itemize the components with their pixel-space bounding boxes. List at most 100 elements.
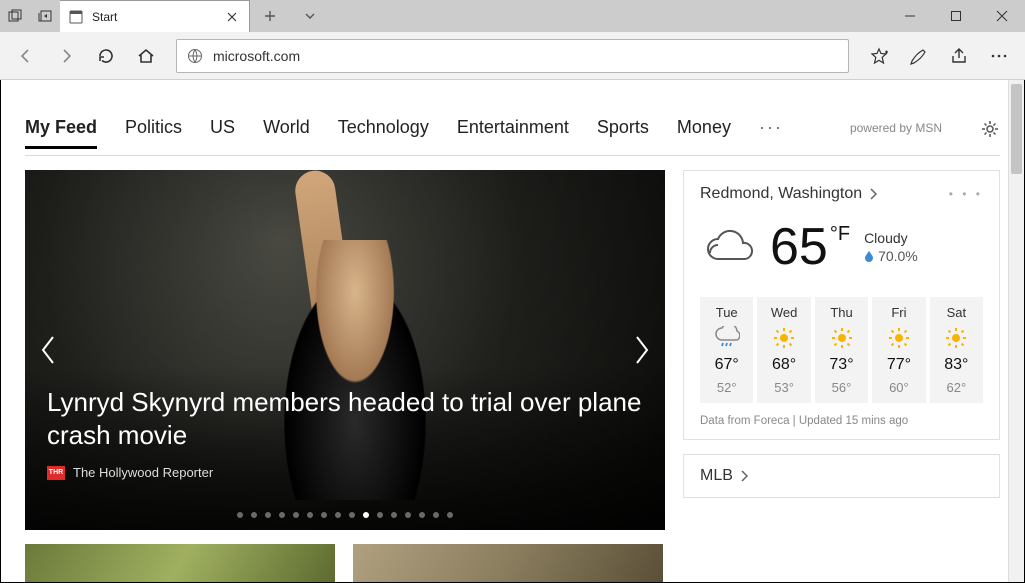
notes-button[interactable] (901, 38, 937, 74)
sun-icon (887, 326, 911, 350)
forecast-day[interactable]: Sat83°62° (930, 297, 983, 403)
share-button[interactable] (941, 38, 977, 74)
pager-dot[interactable] (447, 512, 453, 518)
forecast-day-label: Tue (716, 305, 738, 320)
nav-item-us[interactable]: US (210, 117, 235, 148)
forecast-day-label: Fri (891, 305, 906, 320)
page-viewport: My Feed Politics US World Technology Entertai… (0, 80, 1025, 583)
weather-humidity: 70.0% (878, 248, 918, 264)
close-window-button[interactable] (979, 0, 1025, 32)
address-bar[interactable]: microsoft.com (176, 39, 849, 73)
chevron-right-icon (868, 188, 878, 200)
side-column: Redmond, Washington • • • 65°F Cloudy 70… (683, 170, 1000, 530)
forecast-high: 77° (887, 356, 911, 374)
back-button[interactable] (8, 38, 44, 74)
hero-next-button[interactable] (623, 332, 659, 368)
hero-prev-button[interactable] (31, 332, 67, 368)
maximize-button[interactable] (933, 0, 979, 32)
page-content: My Feed Politics US World Technology Entertai… (1, 80, 1024, 583)
hero-card[interactable]: Lynryd Skynyrd members headed to trial o… (25, 170, 665, 530)
browser-tab[interactable]: Start (60, 0, 250, 32)
forward-button[interactable] (48, 38, 84, 74)
titlebar-left (0, 0, 60, 32)
forecast-low: 62° (946, 380, 966, 395)
forecast-day-label: Sat (947, 305, 967, 320)
forecast-low: 52° (717, 380, 737, 395)
weather-meta: Data from Foreca | Updated 15 mins ago (700, 415, 983, 427)
weather-more-icon[interactable]: • • • (949, 187, 983, 201)
forecast-day[interactable]: Thu73°56° (815, 297, 868, 403)
tab-actions-icon[interactable] (0, 0, 30, 32)
forecast-low: 53° (774, 380, 794, 395)
nav-item-my-feed[interactable]: My Feed (25, 117, 97, 149)
forecast-day[interactable]: Fri 77° 60° (872, 297, 925, 403)
tile-1[interactable] (25, 544, 335, 583)
nav-more-icon[interactable]: ··· (759, 117, 783, 148)
weather-location: Redmond, Washington (700, 185, 862, 203)
favorites-button[interactable] (861, 38, 897, 74)
pager-dot[interactable] (405, 512, 411, 518)
settings-more-button[interactable] (981, 38, 1017, 74)
pager-dot[interactable] (265, 512, 271, 518)
refresh-button[interactable] (88, 38, 124, 74)
tile-2[interactable] (353, 544, 663, 583)
new-tab-button[interactable] (250, 0, 290, 32)
pager-dot[interactable] (419, 512, 425, 518)
set-aside-tabs-icon[interactable] (30, 0, 60, 32)
feed-nav: My Feed Politics US World Technology Entertai… (25, 110, 1000, 156)
site-info-icon[interactable] (187, 48, 203, 64)
cloud-icon (700, 225, 756, 269)
hero-source: The Hollywood Reporter (73, 465, 213, 480)
pager-dot[interactable] (363, 512, 369, 518)
hero-headline: Lynryd Skynyrd members headed to trial o… (47, 386, 643, 451)
feed-settings-icon[interactable] (980, 119, 1000, 147)
tab-overflow-icon[interactable] (290, 0, 330, 32)
forecast-day[interactable]: Tue 67° 52° (700, 297, 753, 403)
pager-dot[interactable] (293, 512, 299, 518)
forecast-low: 60° (889, 380, 909, 395)
weather-unit: °F (830, 223, 850, 246)
forecast-day[interactable]: Wed68°53° (757, 297, 810, 403)
nav-item-entertainment[interactable]: Entertainment (457, 117, 569, 148)
address-text: microsoft.com (213, 48, 838, 64)
pager-dot[interactable] (349, 512, 355, 518)
weather-card[interactable]: Redmond, Washington • • • 65°F Cloudy 70… (683, 170, 1000, 440)
sports-league: MLB (700, 467, 733, 485)
nav-item-sports[interactable]: Sports (597, 117, 649, 148)
sun-icon (772, 326, 796, 350)
window-controls (887, 0, 1025, 32)
forecast-high: 67° (715, 356, 739, 374)
forecast-day-label: Thu (830, 305, 852, 320)
pager-dot[interactable] (377, 512, 383, 518)
nav-item-world[interactable]: World (263, 117, 310, 148)
pager-dot[interactable] (335, 512, 341, 518)
nav-item-politics[interactable]: Politics (125, 117, 182, 148)
sun-icon (830, 326, 854, 350)
scrollbar-thumb[interactable] (1011, 84, 1022, 174)
sports-card[interactable]: MLB (683, 454, 1000, 498)
weather-condition: Cloudy (864, 230, 918, 246)
pager-dot[interactable] (307, 512, 313, 518)
pager-dot[interactable] (279, 512, 285, 518)
tab-favicon-edge-icon (68, 9, 84, 25)
pager-dot[interactable] (391, 512, 397, 518)
forecast-day-label: Wed (771, 305, 798, 320)
pager-dot[interactable] (237, 512, 243, 518)
pager-dot[interactable] (433, 512, 439, 518)
home-button[interactable] (128, 38, 164, 74)
tab-close-icon[interactable] (223, 10, 241, 24)
tab-title: Start (92, 10, 215, 24)
pager-dot[interactable] (251, 512, 257, 518)
forecast-low: 56° (832, 380, 852, 395)
source-badge: THR (47, 466, 65, 480)
vertical-scrollbar[interactable] (1008, 80, 1024, 582)
pager-dot[interactable] (321, 512, 327, 518)
powered-by-label: powered by MSN (850, 121, 942, 145)
nav-item-money[interactable]: Money (677, 117, 731, 148)
hero-pager[interactable] (25, 512, 665, 518)
forecast-row: Tue 67° 52° Wed68°53°Thu73°56° Fri 77° 60° Sat8… (700, 297, 983, 403)
nav-item-technology[interactable]: Technology (338, 117, 429, 148)
weather-temp: 65 (770, 217, 828, 277)
hero-caption: Lynryd Skynyrd members headed to trial o… (47, 386, 643, 480)
minimize-button[interactable] (887, 0, 933, 32)
